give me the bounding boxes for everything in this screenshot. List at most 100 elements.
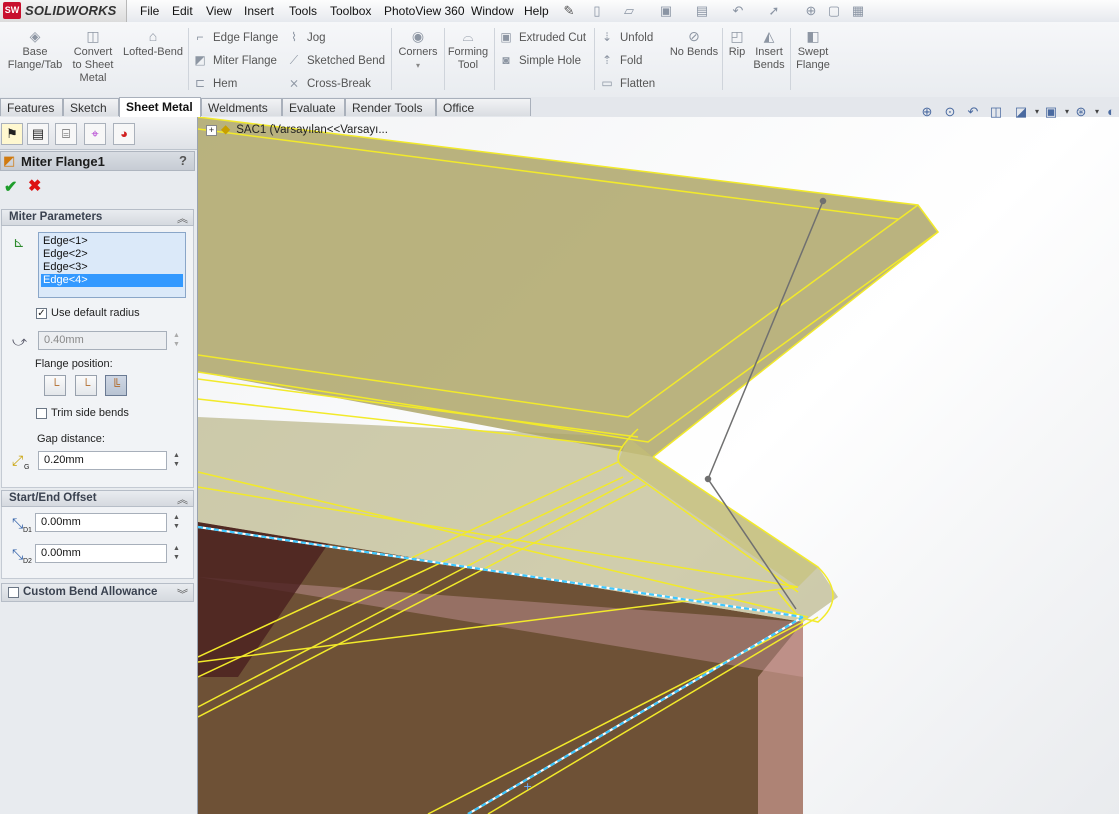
pin-icon[interactable]: ✎ <box>561 3 577 19</box>
custom-bend-allowance-checkbox[interactable] <box>8 587 19 598</box>
extruded-cut-button[interactable]: ▣ Extruded Cut <box>498 30 586 44</box>
fold-button[interactable]: ⇡ Fold <box>599 53 642 67</box>
base-flange-icon: ◈ <box>29 28 41 44</box>
menu-photoview-360[interactable]: PhotoView 360 <box>384 4 465 18</box>
dimxpert-manager-tab-icon[interactable]: ⌖ <box>84 123 106 145</box>
hide-show-items-icon[interactable]: ⊛ <box>1073 104 1089 120</box>
new-document-icon[interactable]: ▯ <box>589 3 605 19</box>
lofted-bend-label: Lofted-Bend <box>123 46 183 58</box>
menu-file[interactable]: File <box>140 4 159 18</box>
base-flange-button[interactable]: ◈ Base Flange/Tab <box>6 28 64 72</box>
file-properties-icon[interactable]: ▢ <box>826 3 842 19</box>
menu-insert[interactable]: Insert <box>244 4 274 18</box>
ok-checkmark-icon[interactable]: ✔ <box>4 177 17 197</box>
no-bends-button[interactable]: ⊘ No Bends <box>668 28 720 59</box>
end-offset-spinner[interactable]: ▲ ▼ <box>170 544 183 563</box>
edge-flange-button[interactable]: ⌐ Edge Flange <box>192 30 278 44</box>
zoom-to-fit-icon[interactable]: ⊕ <box>919 104 935 120</box>
flatten-button[interactable]: ▭ Flatten <box>599 76 655 90</box>
bend-radius-field[interactable]: 0.40mm <box>38 331 167 350</box>
tab-evaluate[interactable]: Evaluate <box>282 98 345 116</box>
help-icon[interactable]: ? <box>179 153 187 168</box>
app-logo[interactable]: SW SOLIDWORKS <box>0 0 127 22</box>
convert-to-sheet-metal-button[interactable]: ◫ Convert to Sheet Metal <box>68 28 118 85</box>
menu-help[interactable]: Help <box>524 4 549 18</box>
display-manager-tab-icon[interactable]: ◕ <box>113 123 135 145</box>
insert-bends-button[interactable]: ◭ Insert Bends <box>752 28 786 72</box>
gap-distance-field[interactable]: 0.20mm <box>38 451 167 470</box>
tab-sheet-metal[interactable]: Sheet Metal <box>119 97 201 117</box>
bend-outside-button[interactable]: ╚ <box>105 375 127 396</box>
tab-sketch[interactable]: Sketch <box>63 98 119 116</box>
miter-flange-label: Miter Flange <box>213 55 277 67</box>
appearance-icon[interactable]: ◐ <box>1103 104 1119 120</box>
origin-marker: + <box>523 780 532 793</box>
cross-break-button[interactable]: ⨯ Cross-Break <box>286 76 371 90</box>
previous-view-icon[interactable]: ↶ <box>965 104 981 120</box>
start-end-offset-header[interactable]: Start/End Offset ︽ <box>1 490 194 507</box>
lofted-bend-button[interactable]: ⌂ Lofted-Bend <box>122 28 184 59</box>
tab-render-tools[interactable]: Render Tools <box>345 98 436 116</box>
miter-flange-button[interactable]: ◩ Miter Flange <box>192 53 277 67</box>
corners-button[interactable]: ◉ Corners ▾ <box>396 28 440 72</box>
custom-bend-allowance-header[interactable]: Custom Bend Allowance ︾ <box>1 583 194 602</box>
display-style-icon[interactable]: ▣ <box>1043 104 1059 120</box>
collapse-chevron-icon[interactable]: ︽ <box>177 210 188 226</box>
graphics-area[interactable]: + <box>198 117 1119 814</box>
rebuild-icon[interactable]: ⊕ <box>803 3 819 19</box>
unfold-button[interactable]: ⇣ Unfold <box>599 30 653 44</box>
bend-radius-spinner[interactable]: ▲ ▼ <box>170 331 183 350</box>
print-icon[interactable]: ▤ <box>694 3 710 19</box>
forming-tool-button[interactable]: ⌓ Forming Tool <box>446 28 490 72</box>
menu-window[interactable]: Window <box>471 4 514 18</box>
tab-weldments[interactable]: Weldments <box>201 98 282 116</box>
feature-manager-tab-icon[interactable]: ⚑ <box>1 123 23 145</box>
tab-office-products[interactable]: Office Products <box>436 98 531 133</box>
forming-tool-label: Forming Tool <box>447 46 489 71</box>
start-offset-field[interactable]: 0.00mm <box>35 513 167 532</box>
save-icon[interactable]: ▣ <box>658 3 674 19</box>
tab-features[interactable]: Features <box>0 98 63 116</box>
gap-distance-spinner[interactable]: ▲ ▼ <box>170 451 183 470</box>
feature-tree-root[interactable]: + ◆ SAC1 (Varsayılan<<Varsayı... <box>206 122 388 136</box>
collapse-chevron-icon[interactable]: ︽ <box>177 491 188 507</box>
end-offset-field[interactable]: 0.00mm <box>35 544 167 563</box>
list-item[interactable]: Edge<1> <box>41 235 183 248</box>
hem-button[interactable]: ⊏ Hem <box>192 76 237 90</box>
section-view-icon[interactable]: ◫ <box>988 104 1004 120</box>
property-manager-tab-icon[interactable]: ▤ <box>27 123 49 145</box>
rip-label: Rip <box>728 46 746 58</box>
open-icon[interactable]: ▱ <box>621 3 637 19</box>
cancel-x-icon[interactable]: ✖ <box>28 176 41 196</box>
view-orientation-icon[interactable]: ◪ <box>1013 104 1029 120</box>
simple-hole-button[interactable]: ◙ Simple Hole <box>498 53 581 67</box>
select-icon[interactable]: ➚ <box>766 3 782 19</box>
rip-button[interactable]: ◰ Rip <box>725 28 749 59</box>
list-item[interactable]: Edge<2> <box>41 248 183 261</box>
menu-toolbox[interactable]: Toolbox <box>330 4 371 18</box>
miter-parameters-header[interactable]: Miter Parameters ︽ <box>1 209 194 226</box>
material-inside-button[interactable]: └ <box>44 375 66 396</box>
undo-icon[interactable]: ↶ <box>730 3 746 19</box>
zoom-to-area-icon[interactable]: ⊙ <box>942 104 958 120</box>
swept-flange-button[interactable]: ◧ Swept Flange <box>794 28 832 72</box>
menu-view[interactable]: View <box>206 4 232 18</box>
jog-button[interactable]: ⌇ Jog <box>286 30 325 44</box>
sheet-metal-part-icon: ◆ <box>221 122 231 136</box>
start-offset-spinner[interactable]: ▲ ▼ <box>170 513 183 532</box>
use-default-radius-checkbox[interactable]: ✓ <box>36 308 47 319</box>
expand-chevron-icon[interactable]: ︾ <box>177 586 188 602</box>
sketched-bend-button[interactable]: ⟋ Sketched Bend <box>286 53 385 68</box>
list-item-selected[interactable]: Edge<4> <box>41 274 183 287</box>
options-icon[interactable]: ▦ <box>850 3 866 19</box>
trim-side-bends-checkbox[interactable] <box>36 408 47 419</box>
menu-edit[interactable]: Edit <box>172 4 193 18</box>
material-outside-button[interactable]: └ <box>75 375 97 396</box>
list-item[interactable]: Edge<3> <box>41 261 183 274</box>
expand-icon[interactable]: + <box>206 125 217 136</box>
edge-selection-list[interactable]: Edge<1> Edge<2> Edge<3> Edge<4> <box>38 232 186 298</box>
menu-tools[interactable]: Tools <box>289 4 317 18</box>
configuration-manager-tab-icon[interactable]: ⌸ <box>55 123 77 145</box>
sketched-bend-icon: ⟋ <box>289 53 299 67</box>
lofted-bend-icon: ⌂ <box>148 28 158 44</box>
